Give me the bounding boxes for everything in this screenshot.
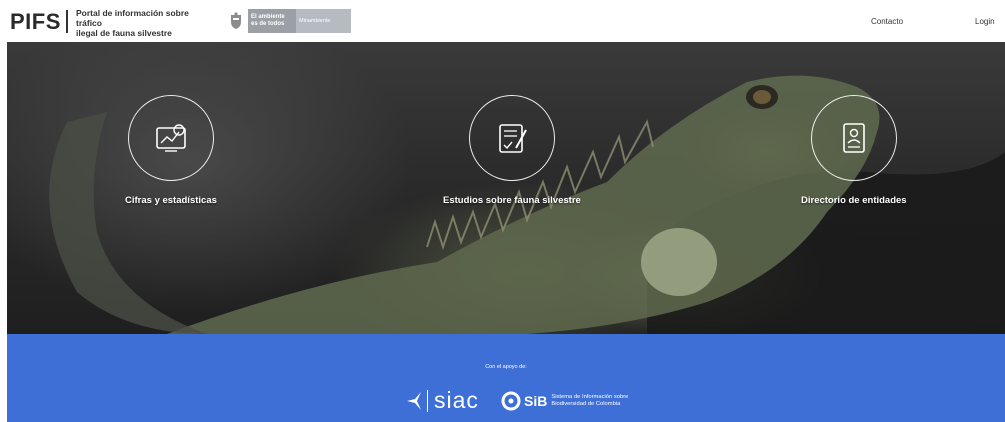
footer: Con el apoyo de: siac SiB Sistema de Inf… [7,334,1005,422]
nav-contacto-link[interactable]: Contacto [871,17,903,26]
sib-logo[interactable]: SiB Sistema de Información sobre Biodive… [501,391,628,411]
sib-circle-icon [501,391,521,411]
siac-divider [427,389,428,412]
gov-slogan: El ambiente es de todos [248,9,296,33]
ministry-name: Minambiente [296,9,351,33]
feature-circle[interactable] [810,95,897,181]
feature-cifras[interactable]: Cifras y estadísticas [125,95,217,206]
feature-circle[interactable] [127,95,214,181]
support-text: Con el apoyo de: [485,364,527,370]
sib-subtitle: Sistema de Información sobre Biodiversid… [551,394,628,408]
sib-text: SiB [524,393,548,409]
feature-label-cifras[interactable]: Cifras y estadísticas [125,195,217,206]
sib-subtitle-line1: Sistema de Información sobre [551,394,629,400]
sib-subtitle-line2: Biodiversidad de Colombia [551,401,621,407]
feature-circle[interactable] [468,95,555,181]
header: PIFS Portal de información sobre tráfico… [0,0,1005,42]
coat-of-arms-icon [226,9,246,33]
feature-label-directorio[interactable]: Directorio de entidades [801,195,907,206]
gov-slogan-line1: El ambiente [251,14,285,20]
siac-text: siac [434,387,479,413]
government-badge: El ambiente es de todos Minambiente [226,9,351,33]
directory-icon [842,123,865,153]
hero-banner: Cifras y estadísticas Estudios sobre fau… [7,42,1005,334]
nav-login-link[interactable]: Login [975,17,995,26]
portal-subtitle-line2: ilegal de fauna silvestre [76,28,172,38]
portal-subtitle: Portal de información sobre tráfico ileg… [76,8,216,38]
pifs-logo[interactable]: PIFS [10,9,61,35]
feature-estudios[interactable]: Estudios sobre fauna silvestre [443,95,581,206]
studies-icon [499,124,527,153]
siac-logo[interactable]: siac [405,387,479,414]
statistics-icon [156,124,186,152]
feature-label-estudios[interactable]: Estudios sobre fauna silvestre [443,195,581,206]
portal-subtitle-line1: Portal de información sobre tráfico [76,8,189,28]
gov-slogan-line2: es de todos [251,21,285,27]
feature-directorio[interactable]: Directorio de entidades [801,95,907,206]
logo-divider [66,10,68,33]
siac-bird-icon [407,391,421,410]
